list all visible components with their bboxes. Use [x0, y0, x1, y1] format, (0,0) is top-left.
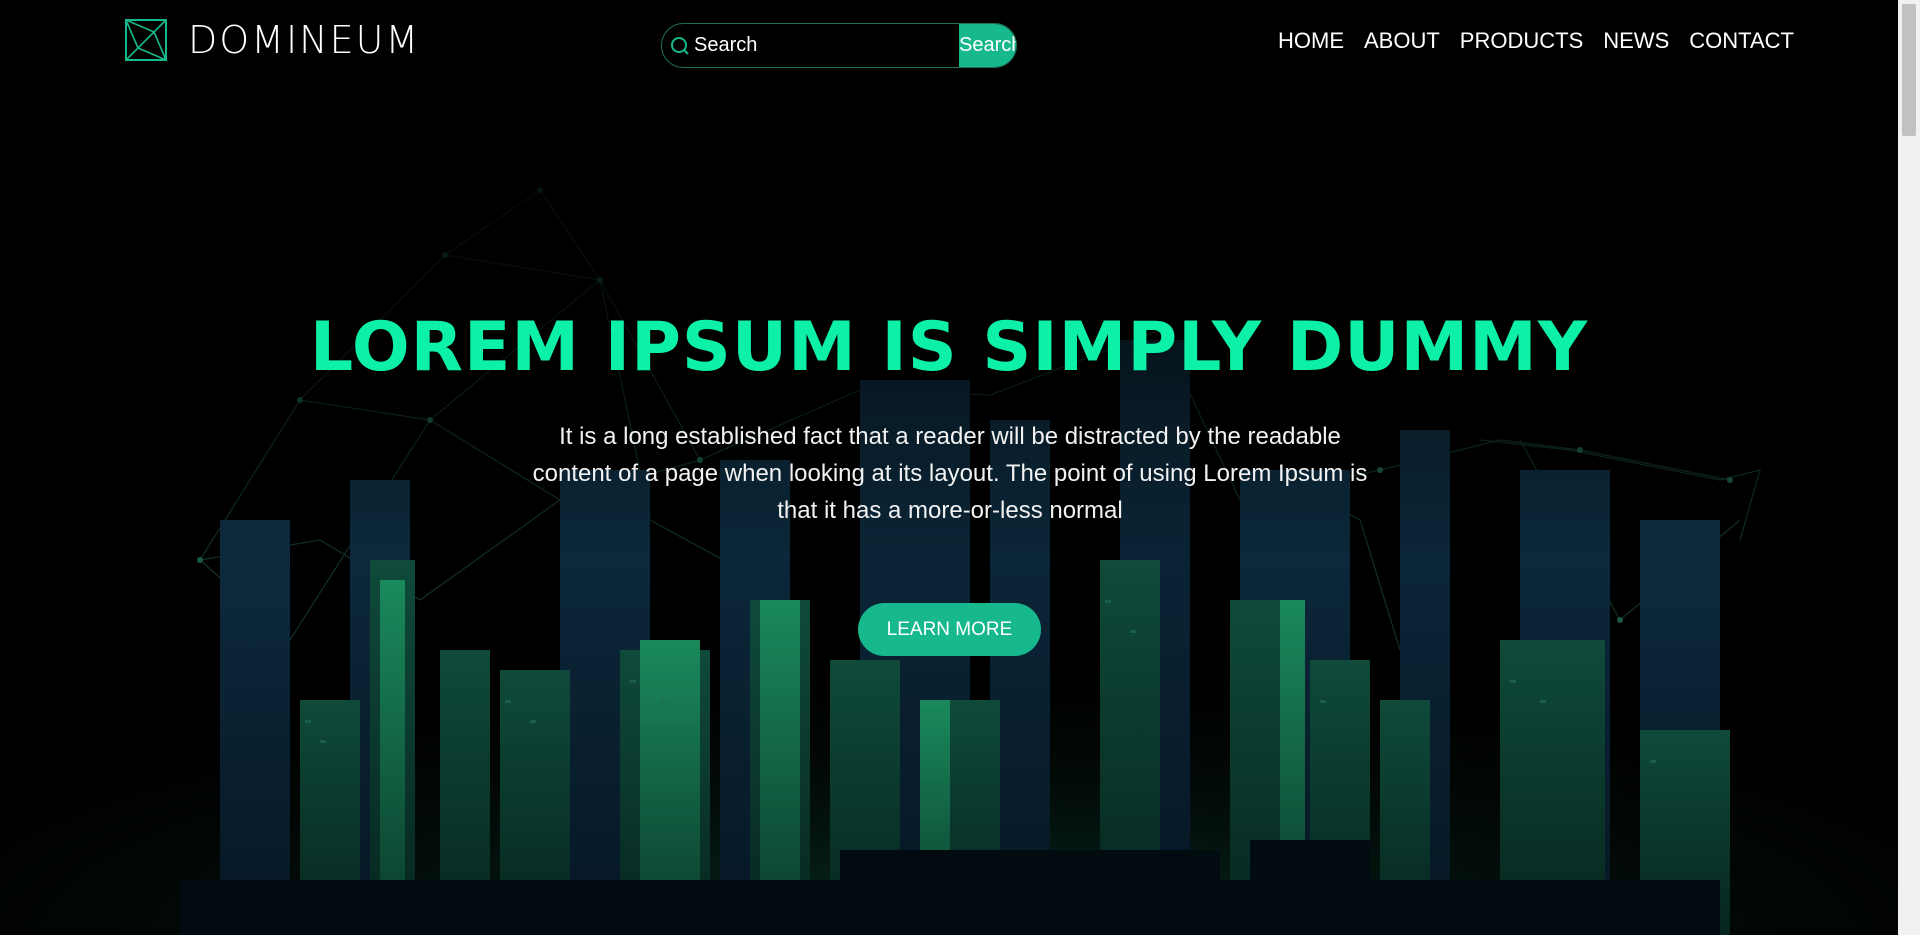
hero-description: It is a long established fact that a rea…: [532, 423, 1368, 524]
nav-item-contact[interactable]: CONTACT: [1689, 28, 1794, 54]
nav-item-about[interactable]: ABOUT: [1364, 28, 1440, 54]
search-input[interactable]: [690, 24, 959, 67]
learn-more-button[interactable]: LEARN MORE: [858, 603, 1041, 656]
nav-item-home[interactable]: HOME: [1278, 28, 1344, 54]
search-button[interactable]: Search: [959, 24, 1016, 67]
site-header: DOMINEUM Search HOME ABOUT PRODUCTS NEWS…: [0, 0, 1898, 90]
scrollbar-thumb[interactable]: [1902, 4, 1916, 136]
hero-title: LOREM IPSUM IS SIMPLY DUMMY: [309, 308, 1589, 387]
brand-name: DOMINEUM: [188, 18, 421, 62]
nav-item-products[interactable]: PRODUCTS: [1460, 28, 1583, 54]
search-icon-wrapper: [662, 24, 690, 67]
main-nav: HOME ABOUT PRODUCTS NEWS CONTACT: [1278, 28, 1794, 54]
nav-item-news[interactable]: NEWS: [1603, 28, 1669, 54]
brand-logo[interactable]: DOMINEUM: [124, 18, 420, 62]
search-icon: [671, 36, 689, 55]
page-scrollbar[interactable]: [1898, 0, 1920, 935]
search-bar: Search: [661, 23, 1017, 68]
page: DOMINEUM Search HOME ABOUT PRODUCTS NEWS…: [0, 0, 1898, 935]
geometric-square-logo-icon: [125, 19, 168, 62]
